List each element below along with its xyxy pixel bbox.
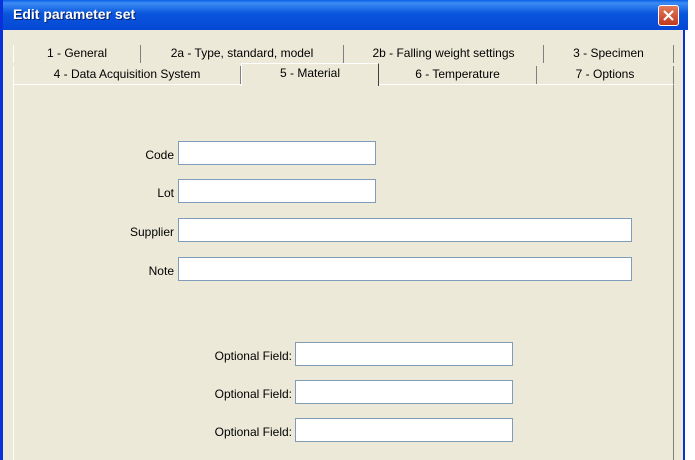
code-field[interactable] [178, 141, 376, 165]
tab-type-standard-model[interactable]: 2a - Type, standard, model [141, 45, 344, 63]
note-field[interactable] [178, 257, 632, 281]
code-label: Code [145, 148, 174, 162]
window-title: Edit parameter set [13, 6, 136, 22]
tab-falling-weight-settings[interactable]: 2b - Falling weight settings [344, 45, 544, 63]
tab-label: 4 - Data Acquisition System [53, 67, 201, 81]
tab-options[interactable]: 7 - Options [537, 66, 674, 84]
title-bar[interactable]: Edit parameter set [3, 0, 688, 30]
supplier-field[interactable] [178, 218, 632, 242]
tab-label: 6 - Temperature [415, 67, 500, 81]
tab-label: 1 - General [46, 46, 108, 60]
optional-field-label: Optional Field: [214, 387, 292, 401]
tab-specimen[interactable]: 3 - Specimen [544, 45, 674, 63]
optional-field-3[interactable] [295, 418, 513, 442]
tab-label: 2b - Falling weight settings [372, 46, 515, 60]
optional-field-label: Optional Field: [214, 425, 292, 439]
close-icon [663, 10, 674, 21]
tab-label: 2a - Type, standard, model [170, 46, 314, 60]
tab-data-acquisition-system[interactable]: 4 - Data Acquisition System [13, 66, 241, 84]
lot-field[interactable] [178, 179, 376, 203]
close-button[interactable] [658, 5, 679, 26]
tab-label: 3 - Specimen [573, 46, 644, 60]
dialog-window: Edit parameter set 1 - General 2a - Type… [0, 0, 688, 460]
tab-label: 5 - Material [279, 66, 341, 80]
optional-field-1[interactable] [295, 342, 513, 366]
tab-general[interactable]: 1 - General [13, 45, 141, 63]
material-panel: Code Lot Supplier Note Optional Field: O… [13, 84, 674, 460]
supplier-label: Supplier [129, 225, 174, 239]
tab-temperature[interactable]: 6 - Temperature [379, 66, 537, 84]
optional-field-label: Optional Field: [214, 349, 292, 363]
tab-label: 7 - Options [575, 67, 635, 81]
optional-field-2[interactable] [295, 380, 513, 404]
lot-label: Lot [157, 186, 174, 200]
tab-material[interactable]: 5 - Material [241, 63, 379, 86]
note-label: Note [148, 264, 174, 278]
